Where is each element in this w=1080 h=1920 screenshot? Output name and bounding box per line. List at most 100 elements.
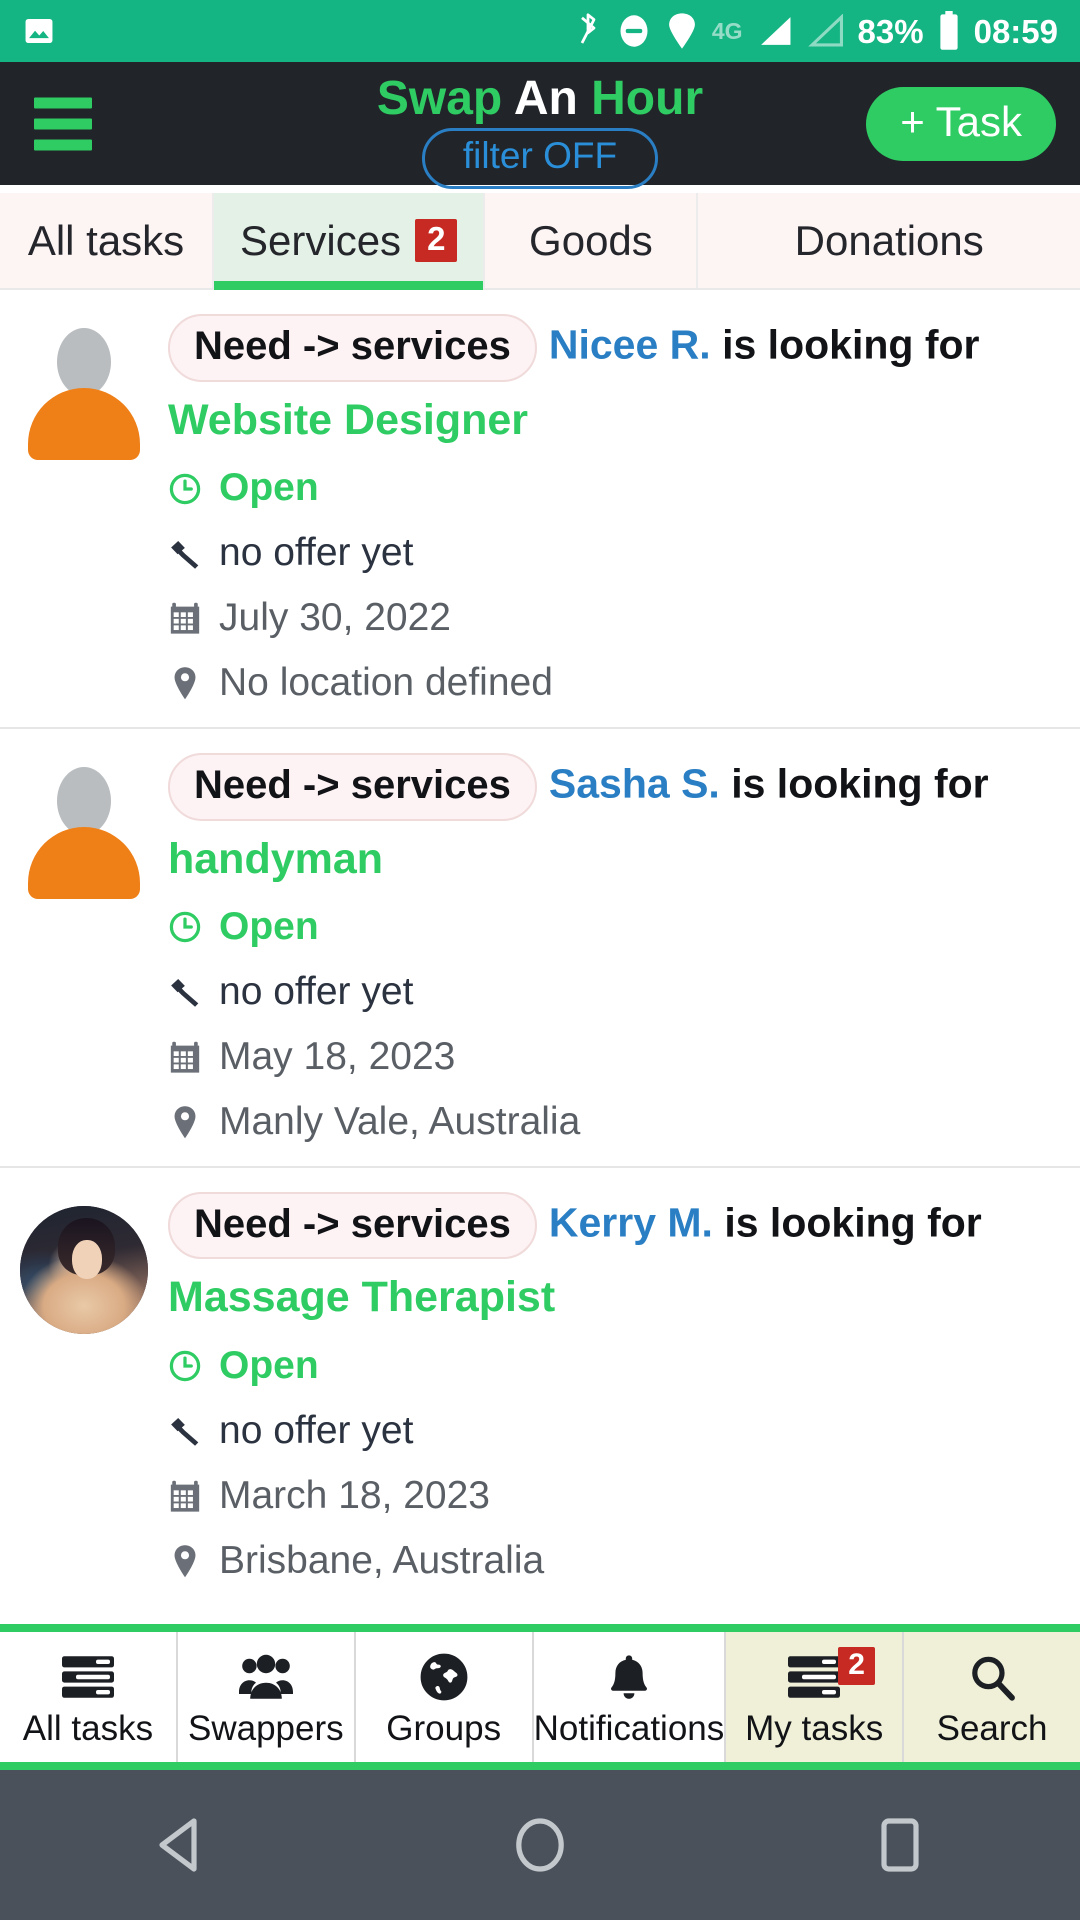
- task-offer-label: no offer yet: [219, 1408, 414, 1452]
- task-status-label: Open: [219, 1343, 319, 1387]
- nav-item-my-tasks[interactable]: 2 My tasks: [726, 1632, 905, 1762]
- task-list: Need -> services Nicee R. is looking for …: [0, 290, 1080, 1605]
- tab-label: Donations: [794, 216, 984, 264]
- tab-donations[interactable]: Donations: [698, 193, 1080, 288]
- task-offer-row: no offer yet: [168, 969, 1056, 1014]
- clock-icon: [168, 472, 202, 506]
- nav-item-label: Notifications: [533, 1708, 725, 1748]
- globe-icon: [420, 1649, 468, 1705]
- default-silhouette-avatar: [28, 328, 140, 460]
- bottom-navigation: All tasks Swappers Groups Notifications …: [0, 1624, 1080, 1770]
- task-headline: Need -> services Kerry M. is looking for: [168, 1191, 1056, 1260]
- calendar-icon: [168, 1040, 202, 1074]
- nav-item-groups[interactable]: Groups: [355, 1632, 534, 1762]
- gavel-icon: [168, 975, 202, 1009]
- recents-square-icon[interactable]: [840, 1770, 960, 1920]
- page-title-part-3: Hour: [591, 72, 704, 125]
- default-silhouette-avatar: [28, 766, 140, 899]
- tab-label: Services: [240, 216, 402, 264]
- avatar[interactable]: [0, 753, 168, 1144]
- nav-item-swappers[interactable]: Swappers: [177, 1632, 356, 1762]
- avatar[interactable]: [0, 1192, 168, 1583]
- task-date-row: March 18, 2023: [168, 1473, 1056, 1518]
- task-location-label: Brisbane, Australia: [219, 1538, 545, 1582]
- map-pin-icon: [168, 666, 202, 700]
- task-location-label: No location defined: [219, 660, 553, 704]
- task-location-label: Manly Vale, Australia: [219, 1099, 581, 1143]
- tab-label: All tasks: [27, 216, 185, 264]
- back-triangle-icon[interactable]: [120, 1770, 240, 1920]
- android-system-nav: [0, 1770, 1080, 1920]
- home-circle-icon[interactable]: [480, 1770, 600, 1920]
- nav-item-label: Groups: [386, 1708, 502, 1748]
- nav-item-label: Swappers: [187, 1708, 344, 1748]
- map-pin-icon: [168, 1544, 202, 1578]
- bell-icon: [607, 1649, 651, 1705]
- clock-icon: [168, 1349, 202, 1383]
- app-header: Swap An Hour filter OFF + Task: [0, 62, 1080, 189]
- do-not-disturb-icon: [616, 13, 652, 49]
- task-title[interactable]: Massage Therapist: [168, 1273, 1056, 1322]
- network-type-label: 4G: [711, 17, 743, 44]
- nav-item-notifications[interactable]: Notifications: [533, 1632, 727, 1762]
- image-icon: [22, 14, 56, 48]
- gavel-icon: [168, 537, 202, 571]
- task-offer-label: no offer yet: [219, 969, 414, 1013]
- task-phrase: is looking for: [724, 1199, 982, 1246]
- tab-all-tasks[interactable]: All tasks: [0, 193, 214, 288]
- task-phrase: is looking for: [722, 321, 980, 368]
- gavel-icon: [168, 1414, 202, 1448]
- map-pin-icon: [168, 1105, 202, 1139]
- task-status-row: Open: [168, 1343, 1056, 1388]
- task-headline: Need -> services Nicee R. is looking for: [168, 314, 1056, 382]
- tab-services[interactable]: Services 2: [214, 193, 486, 290]
- bluetooth-icon: [573, 13, 603, 49]
- page-title: Swap An Hour: [377, 72, 704, 125]
- calendar-icon: [168, 1479, 202, 1513]
- task-row[interactable]: Need -> services Sasha S. is looking for …: [0, 729, 1080, 1168]
- add-task-button[interactable]: + Task: [866, 86, 1056, 161]
- status-bar: 4G 83% 08:59: [0, 0, 1080, 62]
- need-type-badge: Need -> services: [168, 314, 537, 382]
- task-location-row: Manly Vale, Australia: [168, 1099, 1056, 1144]
- task-user-name[interactable]: Kerry M.: [549, 1199, 713, 1245]
- task-location-row: Brisbane, Australia: [168, 1538, 1056, 1583]
- task-location-row: No location defined: [168, 660, 1056, 705]
- status-badge: 2: [415, 218, 458, 263]
- signal-empty-icon: [807, 14, 845, 48]
- nav-item-all-tasks[interactable]: All tasks: [0, 1632, 178, 1762]
- task-offer-row: no offer yet: [168, 1408, 1056, 1453]
- need-type-badge: Need -> services: [168, 752, 537, 821]
- battery-percent-label: 83%: [857, 12, 924, 50]
- status-badge: 2: [838, 1646, 875, 1685]
- task-headline: Need -> services Sasha S. is looking for: [168, 752, 1056, 821]
- people-group-icon: [238, 1649, 293, 1705]
- search-icon: [968, 1649, 1016, 1705]
- signal-icon: [756, 14, 794, 48]
- clock-icon: [168, 910, 202, 944]
- task-title[interactable]: Website Designer: [168, 396, 1056, 445]
- task-list-icon: 2: [788, 1646, 875, 1705]
- task-status-label: Open: [219, 905, 319, 949]
- nav-item-label: Search: [936, 1708, 1048, 1748]
- need-type-badge: Need -> services: [168, 1191, 537, 1260]
- task-title[interactable]: handyman: [168, 835, 1056, 884]
- clock-label: 08:59: [973, 12, 1058, 50]
- task-offer-label: no offer yet: [219, 531, 414, 575]
- task-list-icon: [61, 1649, 114, 1705]
- task-status-row: Open: [168, 905, 1056, 949]
- task-row[interactable]: Need -> services Nicee R. is looking for …: [0, 290, 1080, 729]
- page-title-part-2: An: [513, 72, 578, 125]
- task-user-name[interactable]: Sasha S.: [549, 761, 720, 807]
- task-user-name[interactable]: Nicee R.: [549, 322, 711, 368]
- task-phrase: is looking for: [731, 760, 989, 807]
- task-row[interactable]: Need -> services Kerry M. is looking for …: [0, 1168, 1080, 1605]
- task-date-label: May 18, 2023: [219, 1034, 456, 1078]
- task-date-label: March 18, 2023: [219, 1473, 491, 1517]
- filter-toggle[interactable]: filter OFF: [421, 128, 659, 189]
- nav-item-search[interactable]: Search: [904, 1632, 1080, 1762]
- avatar[interactable]: [0, 314, 168, 705]
- tab-goods[interactable]: Goods: [485, 193, 699, 288]
- task-date-row: May 18, 2023: [168, 1034, 1056, 1079]
- tab-label: Goods: [529, 216, 653, 264]
